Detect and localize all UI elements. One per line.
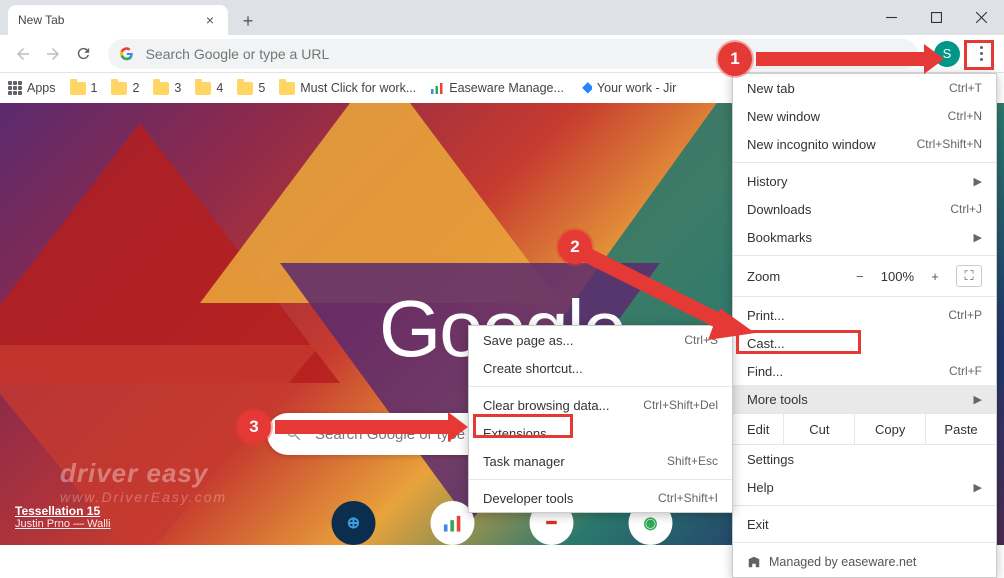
cut-button[interactable]: Cut — [783, 414, 854, 444]
annotation-step-1: 1 — [718, 42, 752, 76]
menu-help[interactable]: Help▶ — [733, 473, 996, 501]
chevron-right-icon: ▶ — [974, 175, 982, 188]
reload-button[interactable] — [68, 39, 98, 69]
diamond-icon — [578, 81, 592, 95]
bookmark-folder[interactable]: 5 — [237, 81, 265, 95]
folder-icon — [195, 82, 211, 95]
copy-button[interactable]: Copy — [854, 414, 925, 444]
menu-history[interactable]: History▶ — [733, 167, 996, 195]
submenu-extensions[interactable]: Extensions — [469, 419, 732, 447]
bars-icon — [430, 81, 444, 95]
annotation-step-2: 2 — [558, 230, 592, 264]
annotation-arrow — [580, 238, 760, 348]
window-controls — [869, 0, 1004, 35]
menu-more-tools[interactable]: More tools▶ — [733, 385, 996, 413]
menu-button[interactable] — [966, 39, 996, 69]
submenu-task-manager[interactable]: Task managerShift+Esc — [469, 447, 732, 475]
menu-cast[interactable]: Cast... — [733, 329, 996, 357]
apps-button[interactable]: Apps — [8, 81, 56, 95]
zoom-out-button[interactable]: − — [849, 269, 871, 284]
wallpaper-attribution[interactable]: Tessellation 15 Justin Prno — Walli — [15, 504, 111, 530]
folder-icon — [237, 82, 253, 95]
main-menu: New tabCtrl+T New windowCtrl+N New incog… — [732, 73, 997, 578]
bookmark-folder[interactable]: 2 — [111, 81, 139, 95]
watermark: driver easy www.DriverEasy.com — [60, 458, 227, 505]
folder-icon — [111, 82, 127, 95]
folder-icon — [70, 82, 86, 95]
minimize-button[interactable] — [869, 0, 914, 35]
menu-settings[interactable]: Settings — [733, 445, 996, 473]
menu-print[interactable]: Print...Ctrl+P — [733, 301, 996, 329]
menu-zoom: Zoom − 100% + ⛶ — [733, 260, 996, 292]
annotation-step-3: 3 — [237, 410, 271, 444]
bookmark-folder[interactable]: 3 — [153, 81, 181, 95]
menu-find[interactable]: Find...Ctrl+F — [733, 357, 996, 385]
apps-label: Apps — [27, 81, 56, 95]
bookmark-item[interactable]: Easeware Manage... — [430, 81, 564, 95]
bookmark-item[interactable]: Your work - Jir — [578, 81, 676, 95]
maximize-button[interactable] — [914, 0, 959, 35]
menu-exit[interactable]: Exit — [733, 510, 996, 538]
new-tab-button[interactable]: + — [234, 7, 262, 35]
chevron-right-icon: ▶ — [974, 393, 982, 406]
paste-button[interactable]: Paste — [925, 414, 996, 444]
zoom-in-button[interactable]: + — [924, 269, 946, 284]
shortcut-icon[interactable]: ⊕ — [332, 501, 376, 545]
chevron-right-icon: ▶ — [974, 481, 982, 494]
tab-title: New Tab — [18, 13, 64, 27]
menu-incognito[interactable]: New incognito windowCtrl+Shift+N — [733, 130, 996, 158]
building-icon — [747, 555, 761, 569]
submenu-create-shortcut[interactable]: Create shortcut... — [469, 354, 732, 382]
back-button[interactable] — [8, 39, 38, 69]
folder-icon — [279, 82, 295, 95]
fullscreen-button[interactable]: ⛶ — [956, 265, 982, 287]
apps-icon — [8, 81, 22, 95]
folder-icon — [153, 82, 169, 95]
menu-new-tab[interactable]: New tabCtrl+T — [733, 74, 996, 102]
close-window-button[interactable] — [959, 0, 1004, 35]
more-tools-submenu: Save page as...Ctrl+S Create shortcut...… — [468, 325, 733, 513]
chevron-right-icon: ▶ — [974, 231, 982, 244]
annotation-arrow — [756, 52, 926, 66]
menu-new-window[interactable]: New windowCtrl+N — [733, 102, 996, 130]
tab-strip: New Tab × + — [0, 0, 1004, 35]
zoom-value: 100% — [881, 269, 914, 284]
close-tab-icon[interactable]: × — [202, 12, 218, 28]
menu-bookmarks[interactable]: Bookmarks▶ — [733, 223, 996, 251]
bookmark-folder[interactable]: 1 — [70, 81, 98, 95]
bookmark-folder[interactable]: 4 — [195, 81, 223, 95]
menu-managed-by[interactable]: Managed by easeware.net — [733, 547, 996, 577]
bookmark-item[interactable]: Must Click for work... — [279, 81, 416, 95]
wallpaper-title: Tessellation 15 — [15, 504, 111, 518]
menu-downloads[interactable]: DownloadsCtrl+J — [733, 195, 996, 223]
annotation-arrow — [275, 420, 450, 434]
forward-button[interactable] — [38, 39, 68, 69]
menu-edit-row: Edit Cut Copy Paste — [733, 413, 996, 445]
browser-tab[interactable]: New Tab × — [8, 5, 228, 35]
submenu-dev-tools[interactable]: Developer toolsCtrl+Shift+I — [469, 484, 732, 512]
wallpaper-author: Justin Prno — Walli — [15, 518, 111, 530]
submenu-clear-data[interactable]: Clear browsing data...Ctrl+Shift+Del — [469, 391, 732, 419]
google-icon — [120, 47, 134, 61]
